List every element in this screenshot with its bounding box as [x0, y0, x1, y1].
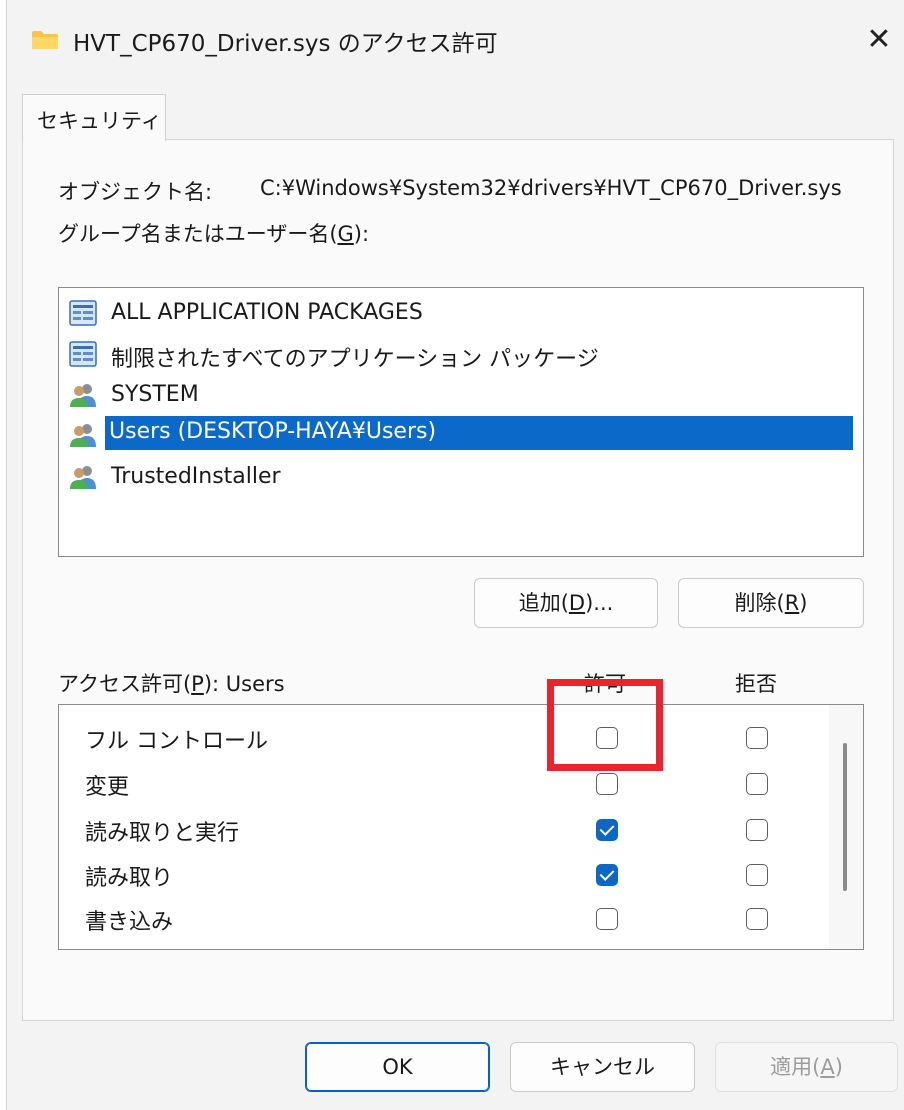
deny-checkbox[interactable] [746, 727, 768, 749]
close-button[interactable]: ✕ [859, 20, 899, 60]
apply-button-text: 適用( [770, 1055, 821, 1079]
scrollbar-thumb[interactable] [843, 743, 847, 891]
add-button-text: 追加( [518, 591, 569, 615]
permission-name: 変更 [85, 775, 130, 800]
add-button[interactable]: 追加(D)... [474, 578, 658, 628]
allow-checkbox-checked[interactable] [596, 864, 618, 886]
groups-label: グループ名またはユーザー名(G): [58, 218, 369, 248]
package-group-icon [69, 300, 97, 326]
title-bar: HVT_CP670_Driver.sys のアクセス許可 ✕ [7, 0, 904, 84]
deny-checkbox[interactable] [746, 773, 768, 795]
window-title: HVT_CP670_Driver.sys のアクセス許可 [73, 31, 498, 57]
remove-button[interactable]: 削除(R) [678, 578, 864, 628]
permission-name: 読み取りと実行 [85, 821, 240, 846]
user-list-item[interactable]: 制限されたすべてのアプリケーション パッケージ [69, 335, 863, 373]
permissions-label-suffix: ): Users [203, 672, 285, 696]
permission-row: フル コントロール [59, 715, 829, 759]
users-icon [70, 466, 96, 489]
apply-button-suffix: ) [834, 1055, 843, 1079]
permission-row: 変更 [59, 761, 829, 805]
user-list-item[interactable]: TrustedInstaller [69, 458, 863, 496]
tab-security[interactable]: セキュリティ [22, 94, 166, 141]
permission-name: 書き込み [85, 910, 174, 935]
user-name: Users (DESKTOP-HAYA¥Users) [105, 416, 853, 450]
users-icon [70, 424, 96, 447]
object-name-value: C:¥Windows¥System32¥drivers¥HVT_CP670_Dr… [260, 176, 842, 200]
user-name: ALL APPLICATION PACKAGES [111, 300, 423, 325]
apply-button[interactable]: 適用(A) [715, 1042, 898, 1092]
allow-checkbox[interactable] [596, 727, 618, 749]
allow-checkbox-checked[interactable] [596, 819, 618, 841]
user-name: 制限されたすべてのアプリケーション パッケージ [111, 347, 599, 372]
object-name-label: オブジェクト名: [58, 180, 213, 204]
permission-name: 読み取り [85, 866, 174, 891]
cancel-button[interactable]: キャンセル [510, 1042, 695, 1092]
permission-row: 読み取りと実行 [59, 807, 829, 851]
permission-row: 書き込み [59, 896, 829, 940]
folder-icon [32, 31, 58, 49]
deny-checkbox[interactable] [746, 819, 768, 841]
permissions-label-text: アクセス許可( [58, 672, 192, 696]
user-list-item-selected[interactable]: Users (DESKTOP-HAYA¥Users) [69, 416, 863, 454]
tab-security-label: セキュリティ [37, 109, 162, 133]
ok-button[interactable]: OK [305, 1042, 490, 1092]
remove-button-text: 削除( [734, 591, 785, 615]
add-button-accesskey: D [568, 591, 586, 615]
deny-checkbox[interactable] [746, 908, 768, 930]
user-list-item[interactable]: ALL APPLICATION PACKAGES [69, 294, 863, 332]
permissions-label-accesskey: P [191, 672, 204, 696]
apply-button-accesskey: A [820, 1055, 835, 1079]
allow-column-header: 許可 [584, 672, 626, 696]
groups-label-text: グループ名またはユーザー名( [58, 222, 338, 246]
groups-label-accesskey: G [337, 222, 354, 246]
user-name: SYSTEM [111, 382, 199, 407]
package-group-icon [69, 341, 97, 367]
users-icon [70, 384, 96, 407]
user-list[interactable]: ALL APPLICATION PACKAGES 制限されたすべてのアプリケーシ… [58, 287, 864, 557]
allow-checkbox[interactable] [596, 773, 618, 795]
vertical-scrollbar[interactable] [829, 705, 863, 949]
permission-row: 読み取り [59, 852, 829, 896]
remove-button-suffix: ) [799, 591, 808, 615]
groups-label-suffix: ): [353, 222, 370, 246]
user-list-item[interactable]: SYSTEM [69, 376, 863, 414]
permissions-list[interactable]: フル コントロール 変更 読み取りと実行 読み取り 書き込み [58, 704, 864, 950]
permissions-label: アクセス許可(P): Users [58, 668, 285, 698]
deny-column-header: 拒否 [735, 672, 777, 696]
allow-checkbox[interactable] [596, 908, 618, 930]
permission-name: フル コントロール [85, 729, 268, 754]
user-name: TrustedInstaller [111, 464, 281, 489]
remove-button-accesskey: R [784, 591, 800, 615]
deny-checkbox[interactable] [746, 864, 768, 886]
add-button-suffix: )... [585, 591, 614, 615]
